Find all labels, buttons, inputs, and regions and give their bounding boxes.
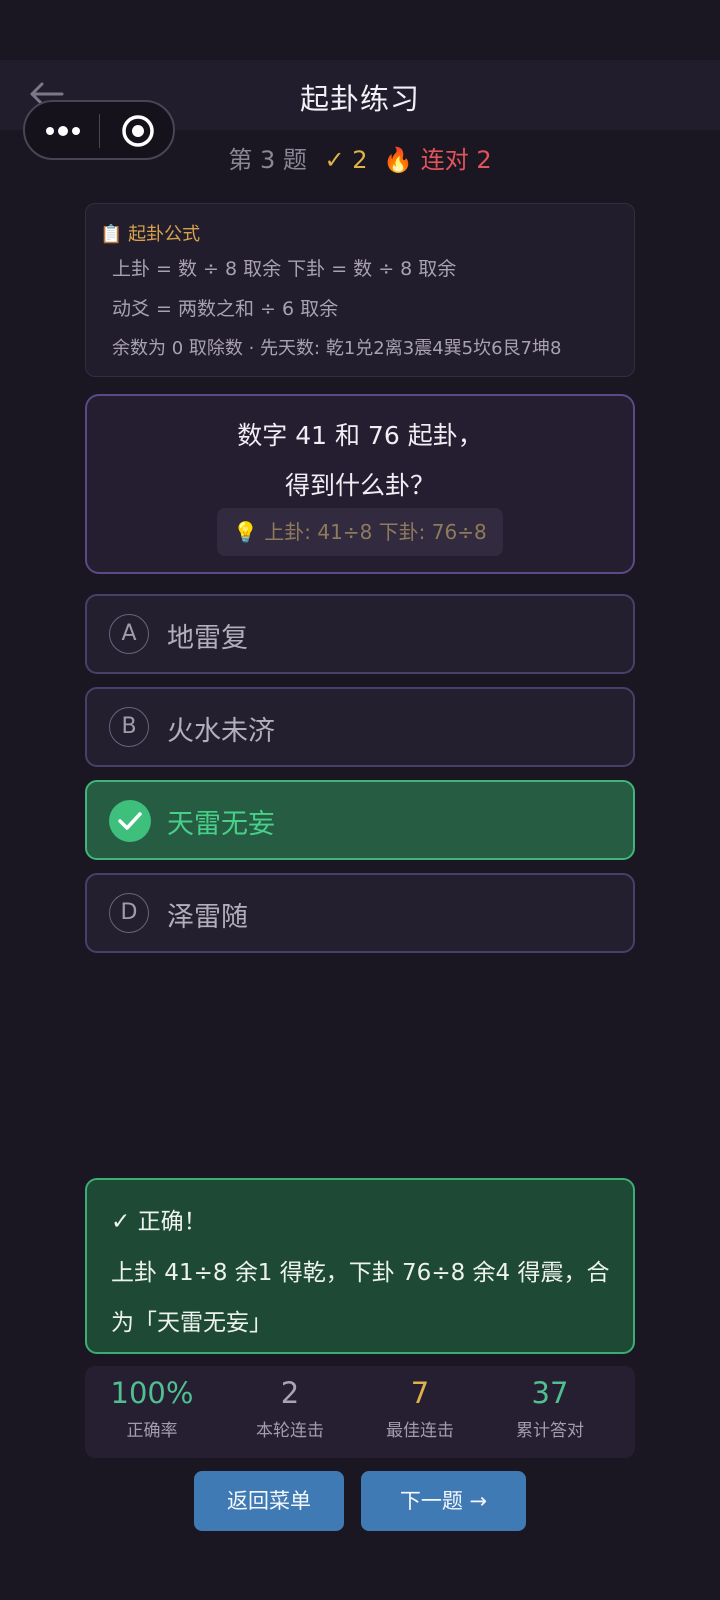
formula-line: 动爻 = 两数之和 ÷ 6 取余 <box>112 298 339 320</box>
formula-line: 上卦 = 数 ÷ 8 取余 下卦 = 数 ÷ 8 取余 <box>112 258 457 280</box>
more-icon[interactable] <box>43 121 83 141</box>
stat-label: 最佳连击 <box>386 1421 454 1441</box>
formula-title: 📋 起卦公式 <box>100 224 201 245</box>
option-text: 天雷无妄 <box>167 809 275 840</box>
streak-text: 连对 2 <box>420 146 492 174</box>
question-text-line2: 得到什么卦？ <box>284 471 435 500</box>
stat-label: 正确率 <box>126 1421 178 1441</box>
option-letter: D <box>109 893 149 933</box>
question-card: 数字 41 和 76 起卦， 得到什么卦？ 💡 上卦: 41÷8 下卦: 76÷… <box>85 394 635 574</box>
result-card: ✓ 正确！ 上卦 41÷8 余1 得乾，下卦 76÷8 余4 得震，合为「天雷无… <box>85 1178 635 1354</box>
next-question-button[interactable]: 下一题 → <box>361 1471 526 1531</box>
result-title: ✓ 正确！ <box>111 1209 207 1235</box>
stat-label: 本轮连击 <box>256 1421 324 1441</box>
formula-card: 📋 起卦公式 上卦 = 数 ÷ 8 取余 下卦 = 数 ÷ 8 取余 动爻 = … <box>85 203 635 377</box>
hint-text: 上卦: 41÷8 下卦: 76÷8 <box>264 520 487 544</box>
check-circle-icon <box>109 800 151 842</box>
stat-value: 7 <box>410 1376 430 1410</box>
question-number: 第 3 题 <box>228 146 307 174</box>
progress-bar-text: 第 3 题 ✓ 2 🔥 连对 2 <box>0 140 720 175</box>
stat-total-correct: 37 累计答对 <box>485 1376 615 1441</box>
option-text: 泽雷随 <box>167 902 248 933</box>
option-d[interactable]: D 泽雷随 <box>85 873 635 953</box>
formula-title-text: 起卦公式 <box>128 224 201 245</box>
stat-value: 37 <box>531 1376 569 1410</box>
question-text-line1: 数字 41 和 76 起卦， <box>237 421 483 450</box>
stat-value: 100% <box>110 1376 194 1410</box>
formula-line: 余数为 0 取除数 · 先天数: 乾1兑2离3震4巽5坎6艮7坤8 <box>112 338 562 359</box>
result-explanation: 上卦 41÷8 余1 得乾，下卦 76÷8 余4 得震，合为「天雷无妄」 <box>111 1260 610 1336</box>
option-letter: B <box>109 707 149 747</box>
stat-best-streak: 7 最佳连击 <box>355 1376 485 1441</box>
back-to-menu-button[interactable]: 返回菜单 <box>194 1471 344 1531</box>
stat-value: 2 <box>280 1376 300 1410</box>
streak-badge: 🔥 连对 2 <box>383 146 492 174</box>
option-b[interactable]: B 火水未济 <box>85 687 635 767</box>
option-text: 火水未济 <box>167 716 275 747</box>
hint-box: 💡 上卦: 41÷8 下卦: 76÷8 <box>217 508 503 556</box>
option-a[interactable]: A 地雷复 <box>85 594 635 674</box>
option-letter: A <box>109 614 149 654</box>
correct-count: ✓ 2 <box>324 146 368 174</box>
stat-label: 累计答对 <box>516 1421 584 1441</box>
stat-round-streak: 2 本轮连击 <box>225 1376 355 1441</box>
option-text: 地雷复 <box>167 623 248 654</box>
stats-panel: 100% 正确率 2 本轮连击 7 最佳连击 37 累计答对 <box>85 1366 635 1458</box>
option-c-correct[interactable]: 天雷无妄 <box>85 780 635 860</box>
stat-accuracy: 100% 正确率 <box>87 1376 217 1441</box>
